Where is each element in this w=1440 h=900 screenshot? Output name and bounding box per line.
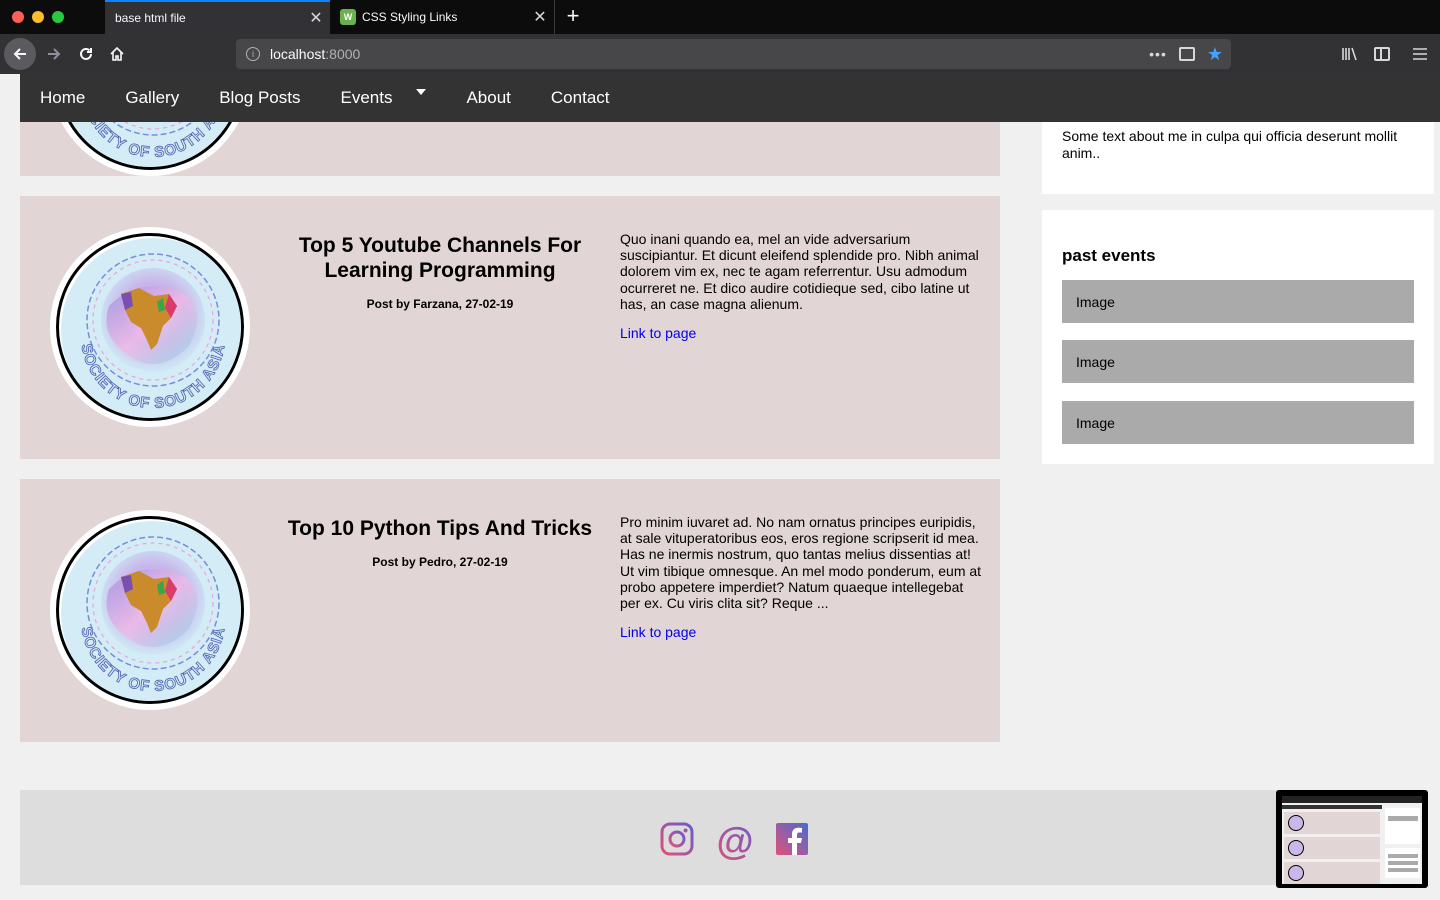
screenshot-icon[interactable] bbox=[1178, 47, 1195, 61]
post-byline: Post by Pedro, 27-02-19 bbox=[372, 555, 508, 569]
css-icon: W bbox=[340, 9, 356, 25]
past-events-title: past events bbox=[1062, 246, 1156, 265]
post-avatar: SOCIETY OF SOUTH ASIA bbox=[50, 227, 250, 427]
post-body: Quo inani quando ea, mel an vide adversa… bbox=[620, 231, 979, 312]
window-minimize-button[interactable] bbox=[32, 11, 44, 23]
nav-item-about[interactable]: About bbox=[446, 74, 530, 122]
nav-item-home[interactable]: Home bbox=[20, 74, 105, 122]
close-tab-icon[interactable]: ✕ bbox=[526, 7, 554, 27]
sidebar-toggle-button[interactable] bbox=[1368, 38, 1396, 70]
society-logo: SOCIETY OF SOUTH ASIA bbox=[56, 516, 244, 704]
more-actions-icon[interactable]: ••• bbox=[1149, 46, 1167, 62]
post-link[interactable]: Link to page bbox=[620, 325, 696, 341]
window-close-button[interactable] bbox=[12, 11, 24, 23]
post-avatar: SOCIETY OF SOUTH ASIA bbox=[50, 510, 250, 710]
post-card: SOCIETY OF SOUTH ASIA Top 10 Python Tips… bbox=[20, 479, 1000, 742]
hamburger-menu-button[interactable] bbox=[1406, 38, 1434, 70]
info-icon[interactable]: i bbox=[246, 47, 260, 61]
browser-toolbar: i localhost:8000 ••• ★ bbox=[0, 34, 1440, 74]
screenshot-thumbnail[interactable] bbox=[1276, 790, 1428, 888]
tab-css-styling-links[interactable]: W CSS Styling Links ✕ bbox=[330, 0, 555, 34]
reload-button[interactable] bbox=[70, 38, 102, 70]
post-header: Top 5 Youtube Channels For Learning Prog… bbox=[280, 233, 600, 311]
reload-icon bbox=[80, 47, 92, 60]
library-icon bbox=[1342, 47, 1357, 61]
dropdown-caret-icon[interactable] bbox=[416, 89, 427, 95]
event-image-placeholder: Image bbox=[1062, 340, 1414, 383]
new-tab-button[interactable]: + bbox=[562, 4, 584, 28]
post-header: Top 10 Python Tips And Tricks Post by Pe… bbox=[280, 516, 600, 569]
nav-item-events-label: Events bbox=[340, 88, 393, 107]
facebook-icon[interactable] bbox=[775, 822, 809, 856]
home-button[interactable] bbox=[101, 38, 133, 70]
instagram-icon[interactable] bbox=[660, 822, 694, 856]
arrow-left-icon bbox=[13, 48, 26, 60]
address-bar-actions: ••• ★ bbox=[1149, 39, 1223, 69]
post-title: Top 10 Python Tips And Tricks bbox=[287, 517, 593, 540]
url-port: :8000 bbox=[325, 46, 361, 62]
about-card: Some text about me in culpa qui officia … bbox=[1042, 110, 1434, 194]
url-host: localhost bbox=[270, 46, 326, 62]
post-title: Top 5 Youtube Channels For Learning Prog… bbox=[298, 234, 582, 282]
nav-item-gallery[interactable]: Gallery bbox=[105, 74, 199, 122]
hamburger-icon bbox=[1413, 48, 1427, 60]
nav-item-blog-posts[interactable]: Blog Posts bbox=[199, 74, 320, 122]
svg-text:@: @ bbox=[716, 822, 753, 860]
about-text: Some text about me in culpa qui officia … bbox=[1062, 128, 1398, 161]
browser-tab-bar: base html file ✕ W CSS Styling Links ✕ + bbox=[0, 0, 1440, 34]
address-bar[interactable]: i localhost:8000 ••• ★ bbox=[236, 39, 1231, 69]
society-logo: SOCIETY OF SOUTH ASIA bbox=[56, 233, 244, 421]
home-icon bbox=[110, 46, 124, 61]
site-footer: @ bbox=[20, 790, 1420, 885]
tab-title: base html file bbox=[115, 11, 186, 25]
post-card: SOCIETY OF SOUTH ASIA Top 5 Youtube Chan… bbox=[20, 196, 1000, 459]
back-button[interactable] bbox=[4, 38, 36, 70]
email-icon[interactable]: @ bbox=[716, 821, 753, 863]
post-byline: Post by Farzana, 27-02-19 bbox=[366, 297, 514, 311]
forward-button[interactable] bbox=[38, 38, 70, 70]
post-link[interactable]: Link to page bbox=[620, 624, 696, 640]
site-navbar: Home Gallery Blog Posts Events About Con… bbox=[20, 74, 1440, 122]
bookmark-star-icon[interactable]: ★ bbox=[1207, 44, 1223, 65]
event-image-placeholder: Image bbox=[1062, 280, 1414, 323]
tab-title: CSS Styling Links bbox=[362, 10, 458, 24]
post-body: Pro minim iuvaret ad. No nam ornatus pri… bbox=[620, 514, 982, 612]
arrow-right-icon bbox=[48, 48, 61, 60]
event-image-placeholder: Image bbox=[1062, 401, 1414, 444]
sidebar-icon bbox=[1374, 47, 1390, 61]
thumbnail-preview bbox=[1282, 796, 1422, 884]
window-zoom-button[interactable] bbox=[52, 11, 64, 23]
library-button[interactable] bbox=[1336, 38, 1364, 70]
nav-item-events[interactable]: Events bbox=[320, 74, 446, 122]
close-tab-icon[interactable]: ✕ bbox=[302, 8, 330, 28]
tab-base-html-file[interactable]: base html file ✕ bbox=[105, 0, 330, 34]
nav-item-contact[interactable]: Contact bbox=[531, 74, 630, 122]
past-events-card: past events Image Image Image bbox=[1042, 210, 1434, 464]
